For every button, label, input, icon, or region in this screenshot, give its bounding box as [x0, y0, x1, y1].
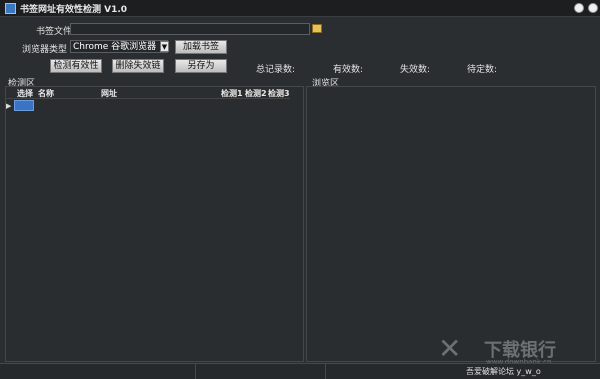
minimize-button[interactable] [574, 3, 584, 13]
valid-count-label: 有效数: [333, 65, 364, 75]
browser-select[interactable]: Chrome 谷歌浏览器 [70, 40, 168, 53]
status-bar: 吾爱破解论坛 y_w_o [0, 363, 600, 379]
browse-area-panel[interactable] [306, 86, 596, 362]
load-bookmarks-button[interactable]: 加载书签 [175, 40, 227, 54]
title-bar: 书签网址有效性检测 V1.0 [0, 0, 600, 17]
total-count-label: 总记录数: [256, 65, 296, 75]
status-text: 吾爱破解论坛 y_w_o [466, 367, 541, 376]
app-icon [5, 3, 16, 14]
table-row[interactable] [14, 100, 34, 111]
results-table-header: 选择 名称 网址 检测1 检测2 检测3 [6, 88, 290, 99]
bookmark-file-label: 书签文件 [36, 27, 73, 37]
column-name[interactable]: 名称 [38, 88, 54, 99]
column-select[interactable]: 选择 [17, 88, 33, 99]
column-check2[interactable]: 检测2 [245, 88, 267, 99]
close-button[interactable] [588, 3, 598, 13]
bookmark-file-input[interactable] [70, 23, 310, 35]
column-check3[interactable]: 检测3 [268, 88, 290, 99]
delete-invalid-button[interactable]: 删除失效链 [112, 59, 164, 73]
status-segment [0, 364, 196, 379]
watermark-logo: ✕ [438, 332, 462, 365]
detect-area-panel[interactable] [5, 86, 304, 362]
row-pointer-icon: ▶ [6, 102, 12, 110]
column-url[interactable]: 网址 [101, 88, 117, 99]
browser-type-label: 浏览器类型 [22, 45, 68, 55]
status-segment [196, 364, 326, 379]
save-as-button[interactable]: 另存为 [175, 59, 227, 73]
folder-open-icon[interactable] [312, 24, 322, 33]
window-title: 书签网址有效性检测 V1.0 [20, 5, 128, 15]
invalid-count-label: 失效数: [400, 65, 431, 75]
chevron-down-icon[interactable]: ▼ [160, 41, 169, 52]
check-validity-button[interactable]: 检测有效性 [50, 59, 102, 73]
pending-count-label: 待定数: [467, 65, 498, 75]
column-check1[interactable]: 检测1 [221, 88, 243, 99]
